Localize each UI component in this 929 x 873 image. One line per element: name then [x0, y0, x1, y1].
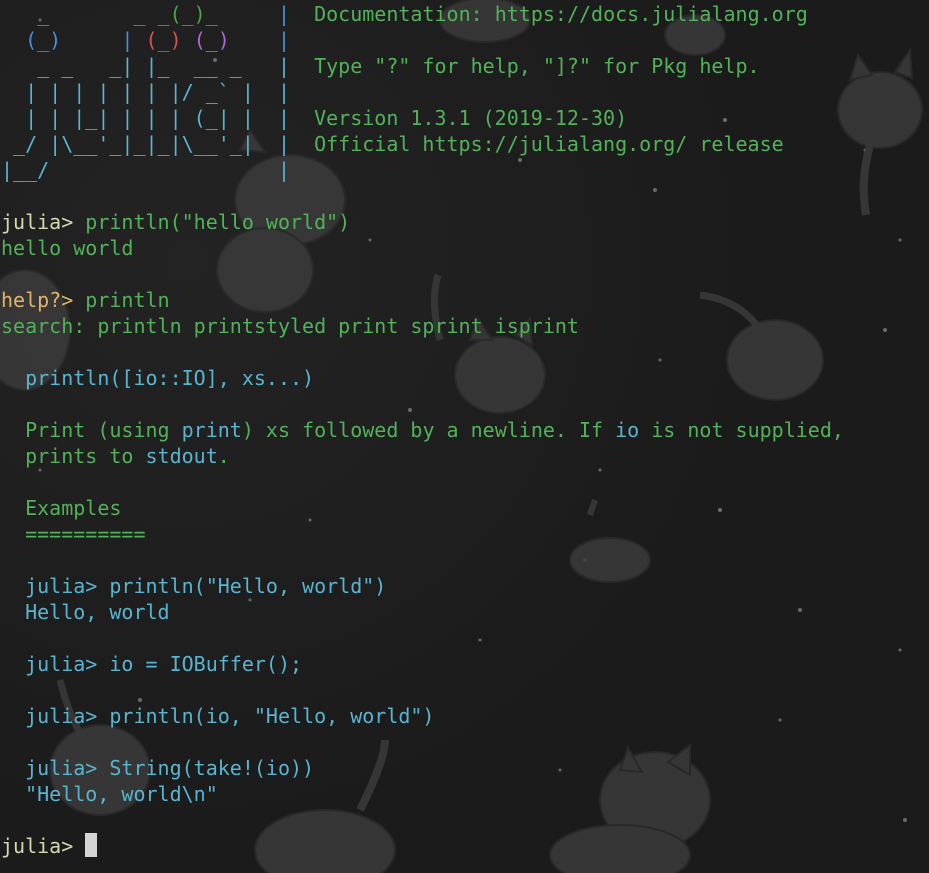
command-input: println("hello world")	[85, 210, 351, 234]
doc-code: print	[181, 418, 242, 442]
example-code: julia> io = IOBuffer();	[1, 652, 303, 676]
doc-text: .	[217, 444, 230, 468]
help-prompt: help?>	[1, 288, 86, 312]
logo-line: _/ |\__'_|_|_|\__'_| |	[1, 132, 290, 156]
logo-line: _ _ _| |_ __ _ |	[1, 54, 290, 78]
logo-dot: _(_)_	[157, 2, 218, 26]
doc-description: Print (using print) xs followed by a new…	[1, 417, 844, 443]
examples-heading: Examples	[1, 496, 122, 520]
banner-line-5: | | |_| | | | (_| | | Version 1.3.1 (201…	[1, 105, 844, 131]
julia-prompt: julia>	[1, 834, 86, 858]
example-code: julia> String(take!(io))	[1, 756, 315, 780]
doc-text: ) xs followed by a newline. If	[241, 418, 616, 442]
banner-release: Official https://julialang.org/ release	[289, 132, 784, 156]
doc-text: Print (using	[1, 418, 182, 442]
banner-line-6: _/ |\__'_|_|_|\__'_| | Official https://…	[1, 131, 844, 157]
banner-version: Version 1.3.1 (2019-12-30)	[289, 106, 628, 130]
logo-line: _ _ _(_)_ |	[1, 2, 291, 26]
logo-line: (_) | (_) (_) |	[25, 28, 291, 52]
logo-dot: (_)	[145, 28, 182, 52]
doc-text: is not supplied,	[639, 418, 844, 442]
example-output: "Hello, world\n"	[1, 782, 218, 806]
banner-line-4: | | | | | | |/ _` | |	[1, 79, 844, 105]
search-results: search: println printstyled print sprint…	[1, 314, 579, 338]
doc-signature: println([io::IO], xs...)	[1, 366, 315, 390]
banner-help-hint: Type "?" for help, "]?" for Pkg help.	[289, 54, 760, 78]
banner-line-1: _ _ _(_)_ | Documentation: https://docs.…	[1, 1, 844, 27]
example-code: julia> println("Hello, world")	[1, 574, 387, 598]
input-line[interactable]: julia>	[1, 833, 844, 859]
command-output: hello world	[1, 236, 134, 260]
doc-text: prints to	[1, 444, 146, 468]
text-cursor[interactable]	[85, 833, 98, 857]
help-line: help?> println	[1, 287, 844, 313]
logo-dot: (_)	[25, 28, 62, 52]
logo-line: |__/ |	[1, 158, 290, 182]
banner-line-3: _ _ _| |_ __ _ | Type "?" for help, "]?"…	[1, 53, 844, 79]
help-input: println	[85, 288, 170, 312]
example-output: Hello, world	[1, 600, 170, 624]
terminal-output: _ _ _(_)_ | Documentation: https://docs.…	[1, 1, 844, 859]
doc-code: stdout	[145, 444, 218, 468]
doc-code: io	[615, 418, 640, 442]
banner-line-2: (_) | (_) (_) |	[1, 27, 844, 53]
command-line: julia> println("hello world")	[1, 209, 844, 235]
logo-line: | | |_| | | | (_| | |	[1, 106, 290, 130]
doc-description-2: prints to stdout.	[1, 443, 844, 469]
examples-underline: ==========	[1, 522, 146, 546]
banner-line-7: |__/ |	[1, 157, 844, 183]
logo-dot: (_)	[193, 28, 230, 52]
julia-prompt: julia>	[1, 210, 86, 234]
terminal-window[interactable]: _ _ _(_)_ | Documentation: https://docs.…	[0, 0, 929, 873]
logo-line: | | | | | | |/ _` | |	[1, 80, 290, 104]
example-code: julia> println(io, "Hello, world")	[1, 704, 435, 728]
banner-doc-link: Documentation: https://docs.julialang.or…	[290, 2, 808, 26]
